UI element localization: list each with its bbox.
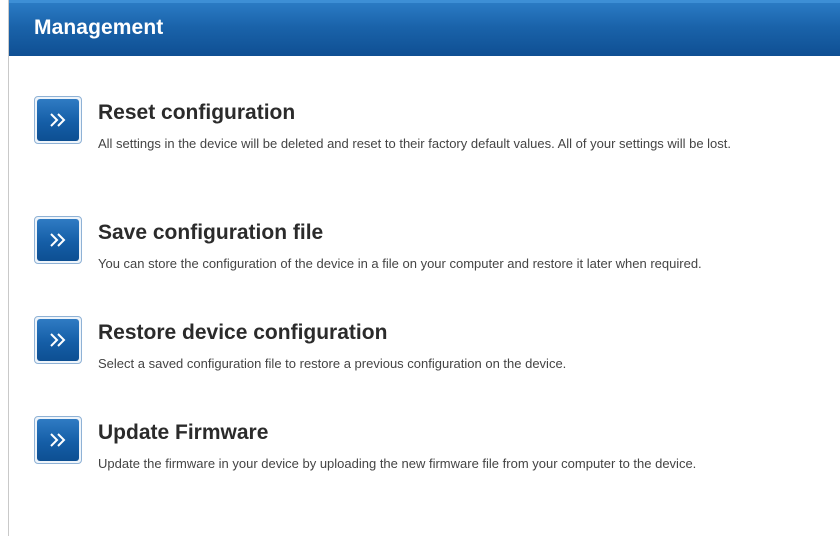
double-chevron-right-icon	[37, 419, 79, 461]
double-chevron-right-icon	[37, 99, 79, 141]
item-description: Select a saved configuration file to res…	[98, 356, 567, 371]
management-panel: Management Reset configuration All setti…	[8, 0, 840, 536]
save-configuration-file-button[interactable]	[34, 216, 82, 264]
reset-configuration-button[interactable]	[34, 96, 82, 144]
panel-header: Management	[9, 0, 840, 56]
item-description: Update the firmware in your device by up…	[98, 456, 697, 471]
item-title[interactable]: Save configuration file	[98, 221, 323, 245]
item-title[interactable]: Reset configuration	[98, 101, 295, 125]
item-description: All settings in the device will be delet…	[98, 136, 732, 151]
panel-title: Management	[34, 16, 164, 39]
double-chevron-right-icon	[37, 219, 79, 261]
item-title[interactable]: Update Firmware	[98, 421, 268, 445]
item-description: You can store the configuration of the d…	[98, 256, 702, 271]
item-title[interactable]: Restore device configuration	[98, 321, 387, 345]
update-firmware-button[interactable]	[34, 416, 82, 464]
double-chevron-right-icon	[37, 319, 79, 361]
restore-device-configuration-button[interactable]	[34, 316, 82, 364]
